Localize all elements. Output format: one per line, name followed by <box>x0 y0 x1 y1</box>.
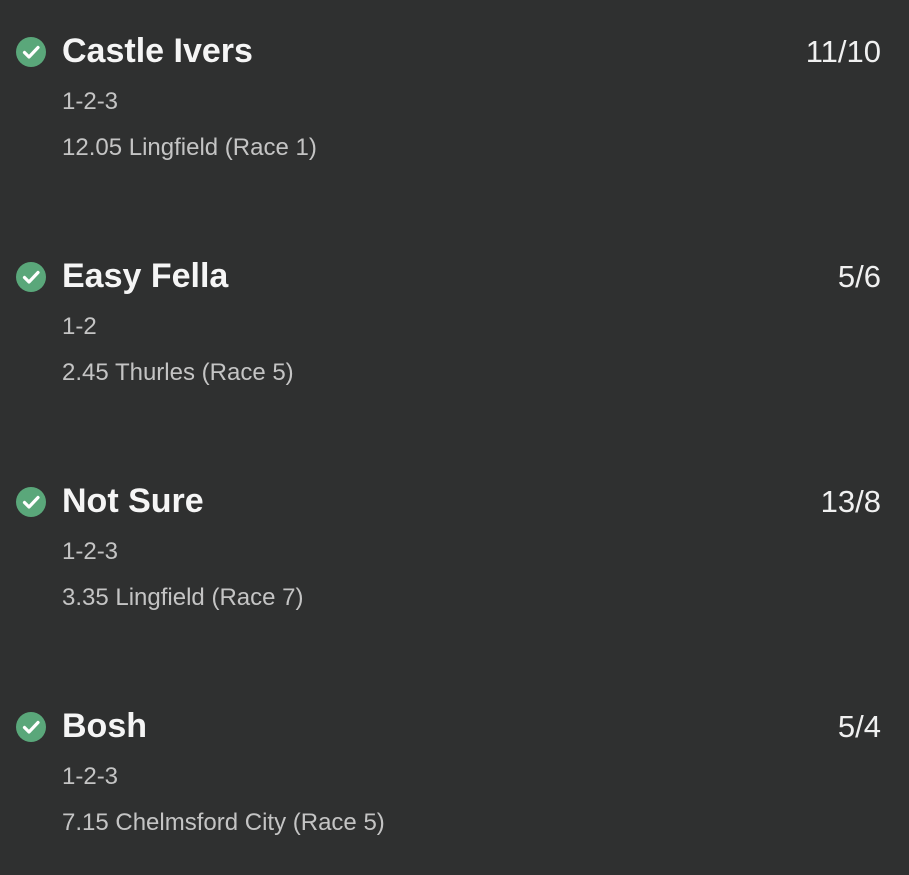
race-info: 7.15 Chelmsford City (Race 5) <box>62 809 385 836</box>
selection-row[interactable]: Easy Fella 5/6 1-2 2.45 Thurles (Race 5) <box>0 225 909 425</box>
selection-row[interactable]: Not Sure 13/8 1-2-3 3.35 Lingfield (Race… <box>0 450 909 650</box>
odds: 13/8 <box>820 484 881 519</box>
place-terms: 1-2-3 <box>62 538 119 565</box>
runner-name: Castle Ivers <box>62 32 253 70</box>
check-circle-icon <box>16 37 46 67</box>
race-info: 3.35 Lingfield (Race 7) <box>62 584 304 611</box>
place-terms: 1-2-3 <box>62 88 119 115</box>
check-circle-icon <box>16 712 46 742</box>
check-circle-icon <box>16 262 46 292</box>
check-circle-icon <box>16 487 46 517</box>
selection-row[interactable]: Bosh 5/4 1-2-3 7.15 Chelmsford City (Rac… <box>0 675 909 875</box>
race-info: 12.05 Lingfield (Race 1) <box>62 134 317 161</box>
race-info: 2.45 Thurles (Race 5) <box>62 359 294 386</box>
odds: 5/4 <box>837 709 881 744</box>
selection-row[interactable]: Castle Ivers 11/10 1-2-3 12.05 Lingfield… <box>0 0 909 200</box>
runner-name: Bosh <box>62 707 147 745</box>
odds: 11/10 <box>805 34 881 69</box>
place-terms: 1-2 <box>62 313 97 340</box>
bet-selection-list: Castle Ivers 11/10 1-2-3 12.05 Lingfield… <box>0 0 909 864</box>
runner-name: Not Sure <box>62 482 204 520</box>
odds: 5/6 <box>837 259 881 294</box>
place-terms: 1-2-3 <box>62 763 119 790</box>
runner-name: Easy Fella <box>62 257 229 295</box>
